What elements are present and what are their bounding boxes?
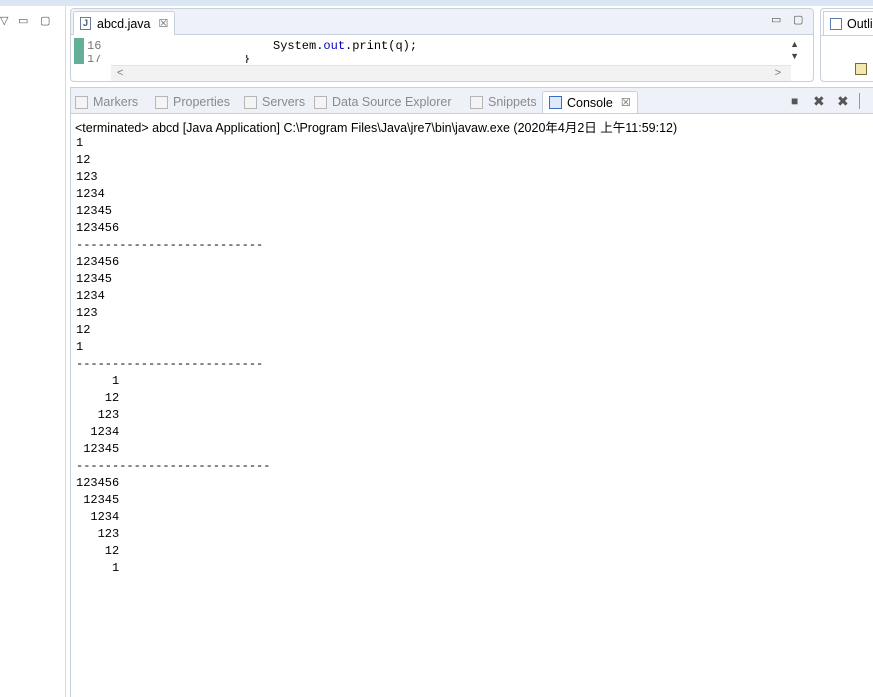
- servers-icon: [244, 95, 257, 109]
- tab-label: Servers: [262, 95, 306, 109]
- remove-launch-icon[interactable]: ✖: [813, 93, 825, 110]
- scroll-right-icon[interactable]: >: [775, 67, 781, 79]
- horizontal-scrollbar[interactable]: < >: [111, 65, 791, 81]
- markers-icon: [75, 95, 88, 109]
- scroll-left-icon[interactable]: <: [117, 67, 123, 79]
- code-keyword: out: [323, 39, 346, 53]
- remove-all-launches-icon[interactable]: ✖: [837, 93, 849, 110]
- console-line: --------------------------: [76, 238, 264, 252]
- console-output[interactable]: 1 12 123 1234 12345 123456 -------------------…: [76, 135, 866, 695]
- tab-outline[interactable]: Outli: [823, 11, 873, 35]
- console-line: 123456: [76, 221, 120, 235]
- properties-icon: [155, 95, 168, 109]
- field-icon: [855, 63, 867, 75]
- java-file-icon: J: [80, 17, 91, 30]
- line-number: 17: [87, 55, 102, 63]
- code-token: }: [243, 55, 251, 63]
- code-line[interactable]: System.out.print(q);: [273, 39, 417, 53]
- outline-divider: [821, 35, 873, 36]
- tab-label: Console: [567, 95, 613, 110]
- change-marker: [74, 38, 84, 64]
- console-line: --------------------------: [76, 357, 264, 371]
- console-line: 123: [76, 170, 98, 184]
- tab-data-source-explorer[interactable]: Data Source Explorer: [314, 91, 452, 113]
- console-line: 12: [76, 544, 120, 558]
- vertical-scrollbar[interactable]: ▲ ▼: [790, 38, 799, 62]
- console-line: 12: [76, 323, 91, 337]
- tab-markers[interactable]: Markers: [75, 91, 138, 113]
- close-icon[interactable]: ☒: [621, 96, 631, 109]
- tab-label: Markers: [93, 95, 139, 109]
- code-token: .print(q);: [345, 39, 418, 53]
- console-line: 123456: [76, 255, 120, 269]
- console-line: 123456: [76, 476, 120, 490]
- close-icon[interactable]: ☒: [159, 17, 169, 30]
- snippets-icon: [470, 95, 483, 109]
- console-line: 1: [76, 374, 120, 388]
- stop-icon[interactable]: ■: [791, 94, 798, 108]
- code-area[interactable]: 16 System.out.print(q); 17 }: [71, 36, 813, 66]
- editor-tab-label: abcd.java: [97, 16, 151, 31]
- outline-view: Outli: [820, 8, 873, 82]
- left-panel-controls: ▽ ▭ ▢: [0, 14, 60, 28]
- console-line: ---------------------------: [76, 459, 271, 473]
- editor-tab-abcd-java[interactable]: J abcd.java ☒: [73, 11, 175, 35]
- editor-maximize-icon[interactable]: ▢: [793, 13, 803, 26]
- console-line: 12345: [76, 493, 120, 507]
- java-editor: J abcd.java ☒ ▭ ▢ 16 System.out.print(q)…: [70, 8, 814, 82]
- outline-tab-label: Outli: [847, 16, 873, 31]
- tab-snippets[interactable]: Snippets: [470, 91, 537, 113]
- tab-label: Properties: [173, 95, 230, 109]
- scroll-down-icon[interactable]: ▼: [790, 50, 799, 62]
- process-status: <terminated> abcd [Java Application] C:\…: [75, 121, 678, 135]
- code-line[interactable]: }: [243, 55, 250, 63]
- console-view: Markers Properties Servers Data Source E…: [70, 87, 873, 697]
- console-line: 1: [76, 561, 120, 575]
- console-line: 12: [76, 391, 120, 405]
- tab-label: Snippets: [488, 95, 537, 109]
- console-line: 123: [76, 306, 98, 320]
- view-tab-bar: Markers Properties Servers Data Source E…: [71, 88, 873, 114]
- console-line: 1234: [76, 425, 120, 439]
- console-line: 12345: [76, 272, 113, 286]
- code-token: System.: [273, 39, 324, 53]
- console-line: 1: [76, 136, 84, 150]
- outline-icon: [830, 17, 842, 30]
- console-line: 123: [76, 527, 120, 541]
- database-icon: [314, 95, 327, 109]
- view-menu-icon[interactable]: ▽: [0, 14, 8, 28]
- console-line: 123: [76, 408, 120, 422]
- tab-label: Data Source Explorer: [332, 95, 452, 109]
- tab-servers[interactable]: Servers: [244, 91, 305, 113]
- package-explorer-panel: ▽ ▭ ▢: [0, 6, 66, 697]
- console-line: 1234: [76, 187, 105, 201]
- console-line: 12345: [76, 442, 120, 456]
- console-line: 1: [76, 340, 84, 354]
- tab-console[interactable]: Console ☒: [542, 91, 638, 113]
- console-line: 1234: [76, 510, 120, 524]
- console-line: 12345: [76, 204, 113, 218]
- toolbar-separator: [859, 93, 860, 109]
- editor-minimize-icon[interactable]: ▭: [771, 13, 781, 26]
- maximize-icon[interactable]: ▢: [40, 14, 50, 28]
- minimize-icon[interactable]: ▭: [18, 14, 28, 28]
- line-number: 16: [87, 39, 102, 53]
- console-line: 1234: [76, 289, 105, 303]
- console-line: 12: [76, 153, 91, 167]
- window-top-band: [0, 0, 873, 6]
- scroll-up-icon[interactable]: ▲: [790, 38, 799, 50]
- tab-properties[interactable]: Properties: [155, 91, 230, 113]
- console-icon: [549, 96, 562, 109]
- editor-tab-bar: J abcd.java ☒ ▭ ▢: [71, 9, 813, 35]
